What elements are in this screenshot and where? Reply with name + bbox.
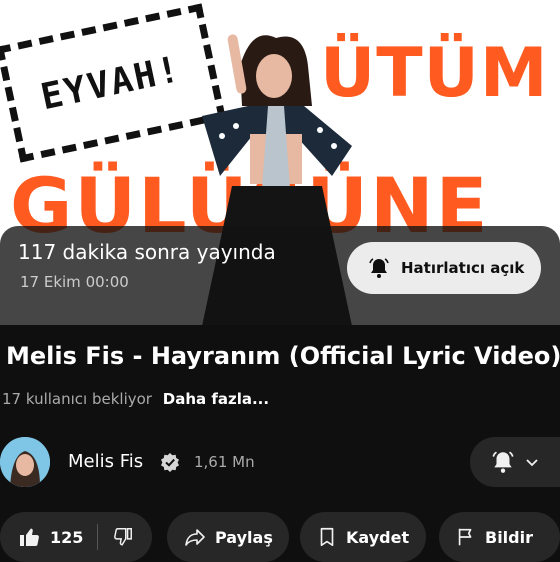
- sticker-text: EYVAH!: [37, 48, 185, 118]
- save-label: Kaydet: [346, 527, 410, 547]
- flag-icon: [458, 528, 472, 546]
- more-link[interactable]: Daha fazla...: [163, 390, 269, 408]
- action-bar: 125 Paylaş Kaydet Bildir: [0, 512, 560, 562]
- save-button[interactable]: Kaydet: [300, 512, 426, 562]
- avatar-image: [0, 437, 50, 487]
- thumbs-up-icon[interactable]: [18, 525, 42, 549]
- reminder-button[interactable]: Hatırlatıcı açık: [347, 242, 541, 294]
- report-button[interactable]: Bildir: [439, 512, 560, 562]
- video-meta: 17 kullanıcı bekliyor Daha fazla...: [2, 390, 269, 408]
- video-player[interactable]: ÜTÜM GÜLÜŞÜNE EYVAH! 117 dakika sonra ya…: [0, 0, 560, 325]
- premiere-countdown: 117 dakika sonra yayında: [18, 240, 276, 264]
- share-icon: [185, 529, 205, 546]
- channel-row: Melis Fis 1,61 Mn: [0, 433, 560, 489]
- notification-settings-button[interactable]: [470, 437, 560, 487]
- waiting-count: 17 kullanıcı bekliyor: [2, 390, 152, 408]
- bell-ringing-icon: [492, 451, 514, 473]
- reminder-label: Hatırlatıcı açık: [401, 259, 525, 277]
- share-label: Paylaş: [215, 527, 273, 547]
- like-dislike-group: 125: [0, 512, 152, 562]
- channel-name[interactable]: Melis Fis: [68, 451, 143, 472]
- bookmark-icon: [320, 527, 334, 547]
- report-label: Bildir: [485, 527, 533, 547]
- verified-icon: [161, 453, 179, 472]
- like-divider: [97, 524, 99, 550]
- bell-icon: [369, 258, 389, 278]
- chevron-down-icon: [526, 459, 538, 467]
- premiere-date: 17 Ekim 00:00: [20, 273, 129, 291]
- channel-avatar[interactable]: [0, 437, 50, 487]
- subscriber-count: 1,61 Mn: [194, 453, 255, 471]
- thumbs-down-icon[interactable]: [112, 526, 134, 548]
- like-count[interactable]: 125: [50, 528, 83, 547]
- share-button[interactable]: Paylaş: [167, 512, 289, 562]
- video-title: Melis Fis - Hayranım (Official Lyric Vid…: [6, 342, 560, 370]
